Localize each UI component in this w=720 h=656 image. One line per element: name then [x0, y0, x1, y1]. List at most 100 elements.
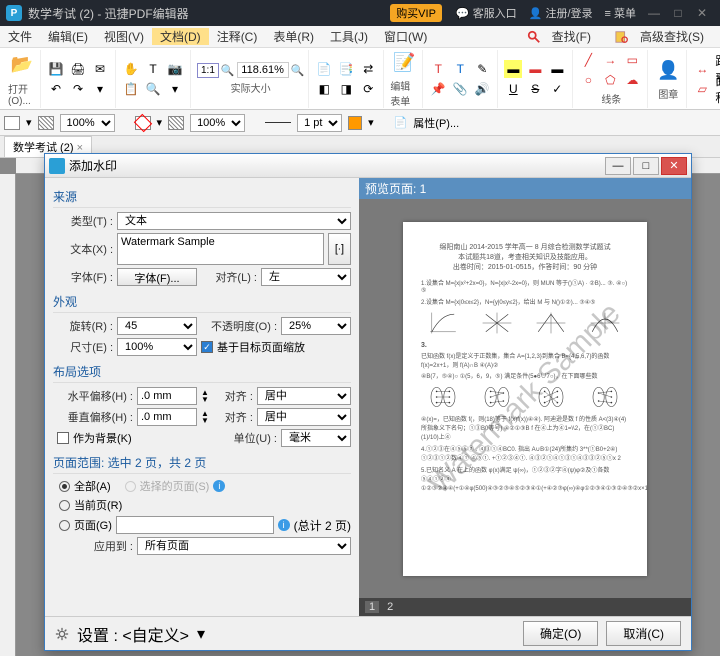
support-link[interactable]: 💬 客服入口 [456, 5, 517, 21]
actual-size-group[interactable]: 1:1 🔍 🔍 实际大小 [193, 50, 309, 108]
text-label: 文本(X) : [53, 241, 113, 257]
minimize-button[interactable]: — [642, 6, 666, 20]
halign-select[interactable]: 居中 [257, 387, 351, 405]
dialog-form: 来源 类型(T) : 文本 文本(X) : Watermark Sample [… [45, 178, 359, 616]
spinner-icon[interactable]: ▲▼ [201, 410, 209, 424]
stamp-group[interactable]: 👤 图章 [650, 50, 687, 108]
text-input[interactable]: Watermark Sample [117, 233, 324, 265]
properties-bar: ▾ 100% ▾ 100% 1 pt ▾ 📄 属性(P)... [0, 110, 720, 136]
radio-current[interactable]: 当前页(R) [59, 497, 122, 513]
pattern-swatch[interactable] [38, 116, 54, 130]
editform-label: 编辑表单 [390, 78, 418, 108]
line-style[interactable] [265, 122, 291, 123]
type-select[interactable]: 文本 [117, 212, 351, 230]
lineweight-select[interactable]: 1 pt [297, 114, 342, 132]
stamp-label: 图章 [658, 86, 678, 101]
quick-tools[interactable]: 💾🖨✉↶↷▾ [47, 60, 111, 98]
opacity2-select[interactable]: 100% [190, 114, 245, 132]
dialog-maximize[interactable]: □ [633, 157, 659, 175]
menu-view[interactable]: 视图(V) [96, 28, 152, 45]
align-select[interactable]: 左 [261, 268, 351, 286]
maximize-button[interactable]: □ [666, 6, 690, 20]
valign-select[interactable]: 居中 [257, 408, 351, 426]
background-checkbox[interactable]: 作为背景(K) [57, 430, 132, 446]
preview-page-2[interactable]: 2 [387, 601, 393, 613]
edit-tools[interactable]: ✋T📷📋🔍▾ [122, 60, 186, 98]
ok-button[interactable]: 确定(O) [523, 621, 598, 646]
section-appearance: 外观 [53, 289, 351, 313]
shape-tools: ╱→▭○⬠☁ [579, 51, 643, 89]
section-source: 来源 [53, 184, 351, 208]
radio-pages[interactable]: 页面(G) [59, 517, 112, 533]
pages-input[interactable] [116, 516, 274, 534]
menu-comment[interactable]: 注释(C) [209, 28, 266, 45]
page-icon: 1:1 [197, 63, 219, 78]
vip-badge[interactable]: 购买VIP [390, 4, 442, 22]
opacity1-select[interactable]: 100% [60, 114, 115, 132]
menu-file[interactable]: 文件 [0, 28, 40, 45]
color-swatch[interactable] [348, 116, 362, 130]
voffset-input[interactable] [137, 408, 197, 426]
gear-icon[interactable] [55, 627, 69, 641]
annot-tools[interactable]: TT✎📌📎🔊 [429, 60, 493, 98]
scale-checkbox[interactable]: ✓ 基于目标页面缩放 [201, 339, 305, 355]
zoom-input[interactable] [237, 62, 289, 78]
zoom-in-icon[interactable]: 🔍 [291, 64, 305, 77]
font-button[interactable]: 字体(F)... [117, 268, 197, 286]
preview-pane: 预览页面: 1 绵阳南山 2014-2015 学年高一 8 月综合检测数学试题试… [359, 178, 691, 616]
dialog-title: 添加水印 [69, 157, 117, 174]
pattern2-swatch[interactable] [168, 116, 184, 130]
close-button[interactable]: ✕ [690, 6, 714, 20]
menu-form[interactable]: 表单(R) [265, 28, 322, 45]
find-button[interactable]: 查找(F) [519, 28, 607, 45]
menu-doc[interactable]: 文档(D) [152, 28, 209, 45]
applyto-select[interactable]: 所有页面 [137, 537, 351, 555]
dialog-minimize[interactable]: — [605, 157, 631, 175]
ribbon: 📂 打开(O)... 💾🖨✉↶↷▾ ✋T📷📋🔍▾ 1:1 🔍 🔍 实际大小 📄📑… [0, 48, 720, 110]
type-label: 类型(T) : [53, 213, 113, 229]
menu-tools[interactable]: 工具(J) [322, 28, 376, 45]
opacity-select[interactable]: 25% [281, 317, 351, 335]
editform-icon: 📝 [390, 50, 418, 76]
menu-link[interactable]: ≡ 菜单 [605, 5, 636, 21]
info-icon[interactable]: i [278, 519, 290, 531]
props-icon[interactable]: 📄 [394, 116, 408, 129]
menu-window[interactable]: 窗口(W) [376, 28, 435, 45]
radio-all[interactable]: 全部(A) [59, 478, 111, 494]
info-icon: i [213, 480, 225, 492]
unit-select[interactable]: 毫米 [281, 429, 351, 447]
app-title: 数学考试 (2) - 迅捷PDF编辑器 [28, 5, 189, 22]
dialog-close[interactable]: ✕ [661, 157, 687, 175]
app-logo: P [6, 5, 22, 21]
dialog-icon [49, 158, 65, 174]
cancel-button[interactable]: 取消(C) [606, 621, 681, 646]
spinner-icon[interactable]: ▲▼ [201, 389, 209, 403]
section-range: 页面范围: 选中 2 页，共 2 页 [53, 450, 351, 474]
stroke-swatch[interactable] [135, 116, 151, 130]
applyto-label: 应用到 : [53, 538, 133, 554]
editform-group[interactable]: 📝 编辑表单 [386, 50, 423, 108]
actual-size-label: 实际大小 [231, 80, 271, 95]
line-label: 线条 [601, 91, 621, 106]
unit-label: 单位(U) : [227, 430, 277, 446]
rotation-select[interactable]: 45 [117, 317, 197, 335]
view-tools[interactable]: 📄📑⇄◧◨⟳ [315, 60, 379, 98]
highlight-tools[interactable]: ▬▬▬US✓ [504, 60, 568, 98]
fill-swatch[interactable] [4, 116, 20, 130]
login-link[interactable]: 👤 注册/登录 [529, 5, 593, 21]
measure-tools[interactable]: ↔距离▱面积 [693, 60, 720, 98]
voffset-label: 垂直偏移(H) : [53, 409, 133, 425]
text-macro-button[interactable]: [∙] [328, 233, 351, 265]
size-select[interactable]: 100% [117, 338, 197, 356]
hoffset-input[interactable] [137, 387, 197, 405]
props-link[interactable]: 属性(P)... [413, 115, 459, 131]
line-group[interactable]: ╱→▭○⬠☁ 线条 [575, 50, 648, 108]
preview-page-tabs: 1 2 [359, 598, 691, 616]
preview-title: 预览页面: 1 [359, 178, 691, 199]
zoom-out-icon[interactable]: 🔍 [221, 64, 235, 77]
preview-page-1[interactable]: 1 [365, 601, 379, 613]
open-group[interactable]: 📂 打开(O)... [4, 50, 41, 108]
settings-label[interactable]: 设置 : <自定义> [77, 622, 189, 646]
menu-edit[interactable]: 编辑(E) [40, 28, 96, 45]
advfind-button[interactable]: 高级查找(S) [607, 28, 720, 45]
